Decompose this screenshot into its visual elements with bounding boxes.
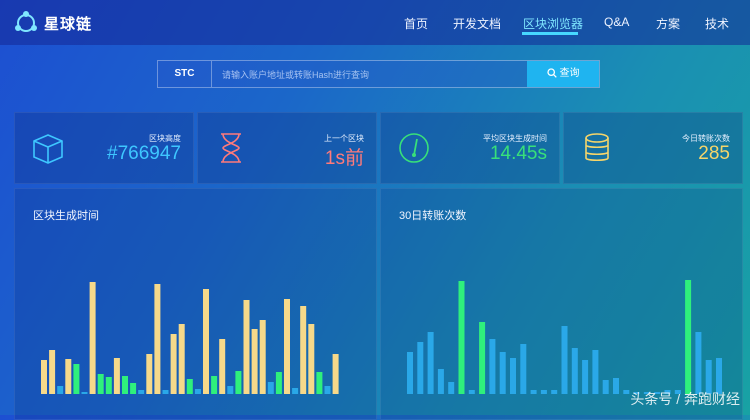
chart-bar [540, 390, 547, 394]
chart-bar [41, 360, 47, 394]
stat-card-last-block: 上一个区块 1s前 [197, 112, 377, 184]
chart-bar [561, 326, 568, 394]
gauge-icon [399, 133, 429, 163]
nav-home[interactable]: 首页 [404, 15, 428, 32]
chart-bar [530, 390, 537, 394]
chart-bar [186, 379, 193, 394]
chart-bar [292, 388, 299, 394]
chart-bar [284, 299, 290, 394]
stat-card-avg-block-time: 平均区块生成时间 14.45s [380, 112, 560, 184]
cube-icon [33, 134, 63, 164]
stat-value-last-block: 1s前 [324, 148, 364, 169]
chart-bar [695, 332, 702, 394]
chart-bar [479, 322, 486, 394]
chart-bar [105, 377, 112, 394]
nav-block-explorer[interactable]: 区块浏览器 [523, 15, 583, 32]
chart-bar [122, 376, 128, 394]
search-input[interactable] [220, 65, 524, 85]
nav-qa[interactable]: Q&A [604, 15, 629, 29]
chart-bar [227, 386, 234, 394]
chart-bar [468, 390, 475, 394]
chart-bar [113, 358, 120, 394]
chart-bar [510, 358, 516, 394]
chart-bar [178, 324, 185, 394]
chart-bar [154, 284, 161, 394]
nav-dev-docs[interactable]: 开发文档 [453, 15, 501, 32]
chart-bar [235, 371, 242, 394]
chart-bar [81, 392, 88, 394]
chart-bar [551, 390, 558, 394]
chart-bar [259, 320, 266, 394]
active-nav-indicator [522, 32, 578, 35]
chart-bar [138, 390, 145, 394]
chart-bar [57, 386, 64, 394]
nav-solutions[interactable]: 方案 [656, 15, 680, 32]
chart-bar [499, 352, 506, 394]
stat-card-today-transfers: 今日转账次数 285 [563, 112, 743, 184]
hourglass-icon [221, 133, 241, 163]
tx-count-panel: 30日转账次数 [380, 188, 743, 420]
block-time-panel: 区块生成时间 [14, 188, 377, 420]
chart-bar [437, 369, 444, 394]
chart-bar [623, 390, 630, 394]
chart-bar [89, 282, 96, 394]
stat-value-block-height: #766947 [107, 143, 181, 164]
chart-bar [407, 352, 413, 394]
chart-bar [427, 332, 434, 394]
stat-card-block-height: 区块高度 #766947 [14, 112, 194, 184]
chart-bar [203, 289, 209, 394]
search-icon [546, 68, 557, 79]
token-selector[interactable]: STC [158, 61, 212, 87]
chart-bar [267, 382, 274, 394]
chart-bar [73, 364, 80, 394]
database-icon [585, 133, 609, 162]
chart-bar [332, 354, 339, 394]
planet-chain-logo-icon[interactable] [13, 10, 39, 36]
chart-bar [49, 350, 56, 394]
chart-bar [65, 359, 72, 394]
chart-bar [613, 378, 619, 394]
chart-bar [458, 281, 465, 394]
tx-count-chart [407, 280, 722, 394]
chart-bar [275, 372, 282, 394]
stat-value-avg-block-time: 14.45s [489, 143, 547, 164]
chart-bar [582, 360, 589, 394]
brand-name[interactable]: 星球链 [44, 13, 92, 34]
chart-bar [448, 382, 455, 394]
chart-bar [489, 339, 496, 394]
chart-bar [316, 372, 323, 394]
chart-bar [162, 390, 169, 394]
chart-bar [130, 383, 137, 394]
chart-bar [97, 374, 104, 394]
nav-technology[interactable]: 技术 [705, 15, 729, 32]
top-navigation-bar: 星球链 首页 开发文档 区块浏览器 Q&A 方案 技术 [0, 0, 750, 45]
chart-bar [571, 348, 578, 394]
chart-bar [194, 389, 201, 394]
chart-bar [251, 329, 258, 394]
chart-bar [219, 339, 226, 394]
chart-bar [685, 280, 692, 394]
chart-bar [417, 342, 424, 394]
chart-bar [146, 354, 153, 394]
block-time-chart [41, 282, 339, 394]
chart-bar [300, 306, 307, 394]
stat-value-today-transfers: 285 [698, 143, 730, 164]
chart-bar [211, 376, 218, 394]
chart-bar [308, 324, 315, 394]
chart-bar [170, 334, 177, 394]
chart-bar [602, 380, 609, 394]
search-bar: STC 查询 [157, 60, 600, 88]
search-button-label: 查询 [559, 68, 580, 79]
chart-bar [520, 344, 527, 394]
chart-bar [243, 300, 250, 394]
chart-bar [324, 386, 331, 394]
watermark: 头条号 / 奔跑财经 [630, 391, 740, 407]
chart-bar [592, 350, 599, 394]
search-button[interactable]: 查询 [527, 61, 599, 87]
